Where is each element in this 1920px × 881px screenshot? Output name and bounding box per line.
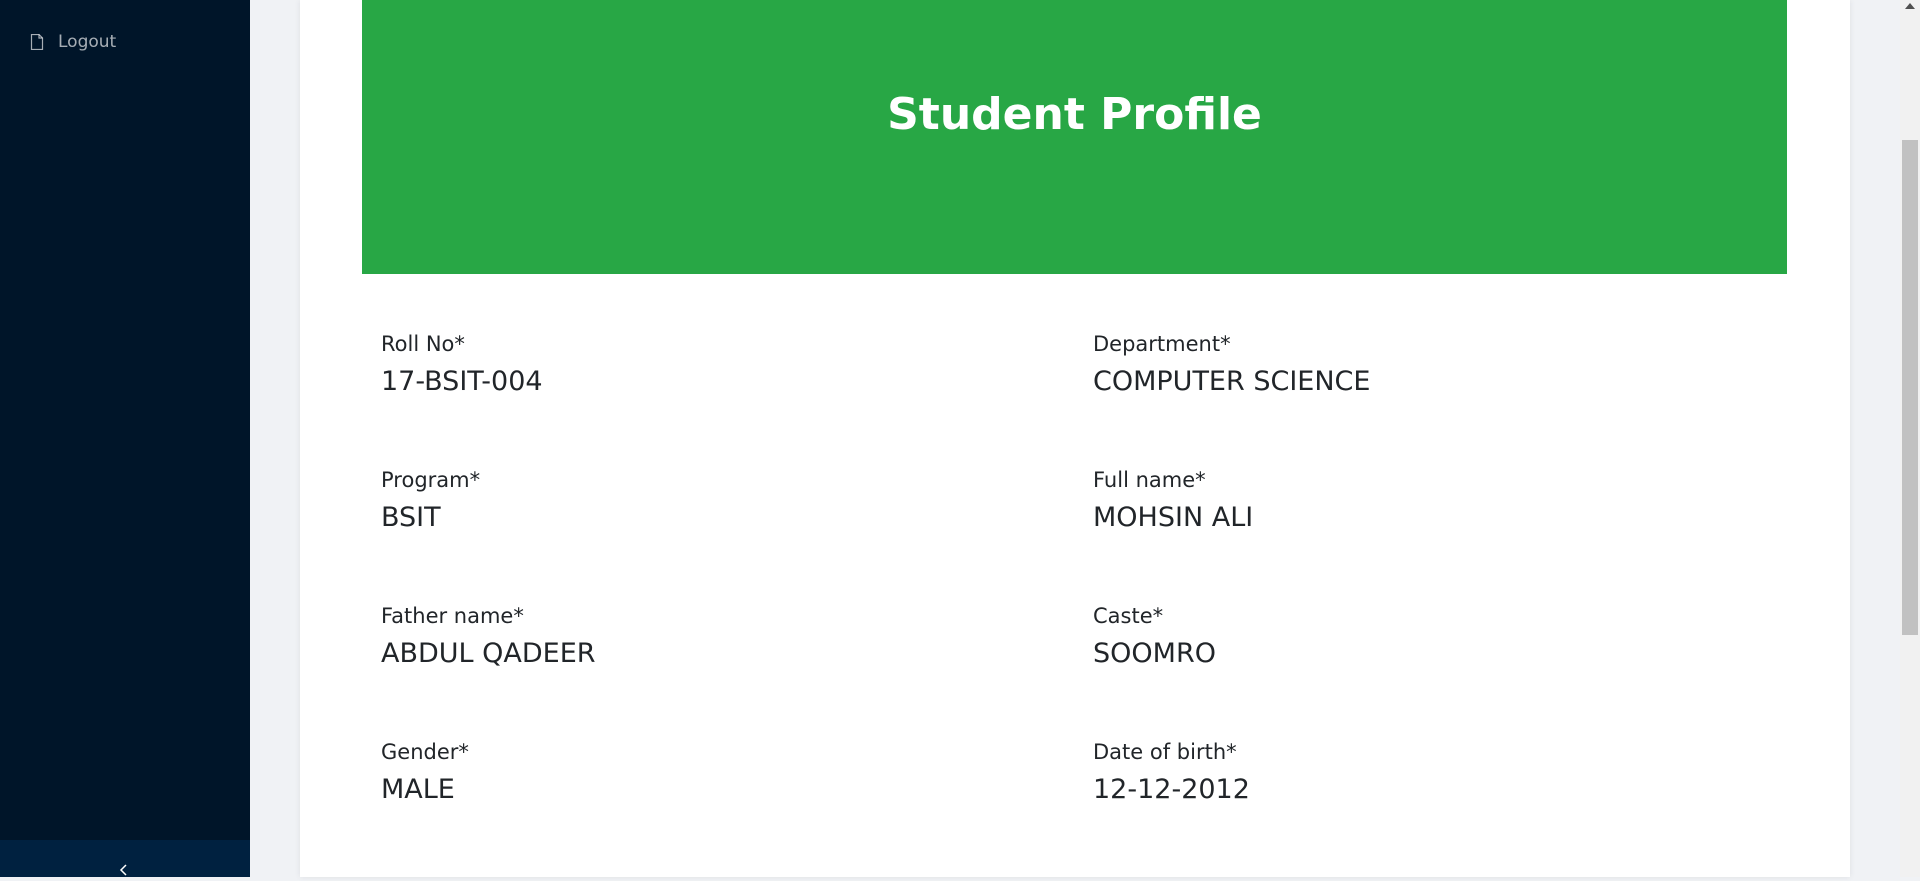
field-value: MOHSIN ALI xyxy=(1093,502,1254,533)
field-value: SOOMRO xyxy=(1093,638,1216,669)
field-label: Full name* xyxy=(1093,468,1206,492)
field-label: Department* xyxy=(1093,332,1231,356)
sidebar-item-label: Logout xyxy=(58,32,117,52)
field-roll-no: Roll No* 17-BSIT-004 xyxy=(381,332,981,397)
field-value: 17-BSIT-004 xyxy=(381,366,543,397)
profile-card: Student Profile Roll No* 17-BSIT-004 Dep… xyxy=(300,0,1850,877)
scrollbar-thumb[interactable] xyxy=(1902,140,1918,635)
scroll-up-arrow-icon[interactable] xyxy=(1905,3,1915,9)
sidebar-item-logout[interactable]: Logout xyxy=(30,32,116,52)
field-label: Father name* xyxy=(381,604,524,628)
field-value: 12-12-2012 xyxy=(1093,774,1250,805)
vertical-scrollbar[interactable] xyxy=(1900,0,1920,877)
file-icon xyxy=(30,33,44,51)
field-value: ABDUL QADEER xyxy=(381,638,596,669)
field-program: Program* BSIT xyxy=(381,468,981,533)
field-gender: Gender* MALE xyxy=(381,740,981,805)
field-value: BSIT xyxy=(381,502,441,533)
field-value: COMPUTER SCIENCE xyxy=(1093,366,1371,397)
sidebar: Logout xyxy=(0,0,250,877)
field-full-name: Full name* MOHSIN ALI xyxy=(1093,468,1693,533)
profile-banner: Student Profile xyxy=(362,0,1787,274)
page-title: Student Profile xyxy=(887,89,1262,140)
field-date-of-birth: Date of birth* 12-12-2012 xyxy=(1093,740,1693,805)
field-department: Department* COMPUTER SCIENCE xyxy=(1093,332,1693,397)
sidebar-collapse-button[interactable] xyxy=(0,840,250,877)
field-label: Program* xyxy=(381,468,481,492)
content-area: Student Profile Roll No* 17-BSIT-004 Dep… xyxy=(250,0,1900,877)
field-caste: Caste* SOOMRO xyxy=(1093,604,1693,669)
chevron-left-icon xyxy=(117,862,131,876)
field-label: Gender* xyxy=(381,740,469,764)
field-value: MALE xyxy=(381,774,455,805)
field-label: Caste* xyxy=(1093,604,1164,628)
field-label: Date of birth* xyxy=(1093,740,1237,764)
field-label: Roll No* xyxy=(381,332,465,356)
field-father-name: Father name* ABDUL QADEER xyxy=(381,604,981,669)
